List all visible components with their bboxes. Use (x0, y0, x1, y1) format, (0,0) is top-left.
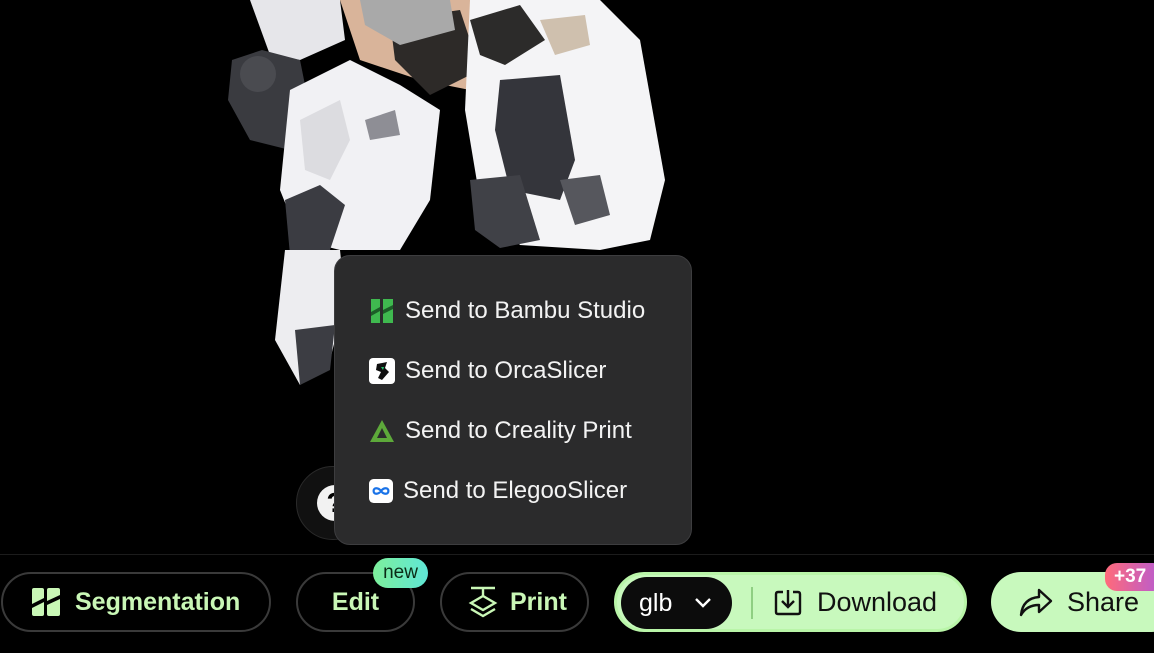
format-select[interactable]: glb (621, 577, 732, 629)
download-group: glb Download (614, 572, 967, 632)
segmentation-label: Segmentation (75, 587, 241, 616)
chevron-down-icon (695, 598, 712, 608)
bambu-studio-icon (371, 299, 393, 323)
download-button[interactable]: Download (773, 575, 937, 629)
orcaslicer-icon (369, 358, 395, 384)
print-icon (468, 586, 498, 618)
share-icon (1019, 588, 1053, 617)
share-label: Share (1067, 586, 1140, 617)
menu-item-label: Send to Creality Print (405, 417, 632, 444)
menu-item-bambu-studio[interactable]: Send to Bambu Studio (369, 293, 645, 329)
elegooslicer-icon (369, 479, 393, 503)
download-icon (774, 590, 802, 616)
print-label: Print (510, 587, 567, 616)
menu-item-creality-print[interactable]: Send to Creality Print (369, 413, 632, 449)
download-label: Download (817, 586, 938, 617)
menu-item-elegooslicer[interactable]: Send to ElegooSlicer (369, 473, 627, 509)
print-button[interactable]: Print (440, 572, 589, 632)
edit-label: Edit (331, 587, 380, 616)
menu-item-label: Send to Bambu Studio (405, 297, 646, 324)
menu-item-label: Send to ElegooSlicer (403, 477, 628, 504)
share-count-badge: +37 (1105, 563, 1154, 591)
divider (751, 587, 753, 619)
new-badge: new (373, 558, 428, 588)
menu-item-orcaslicer[interactable]: Send to OrcaSlicer (369, 353, 606, 389)
segmentation-icon (32, 588, 60, 616)
creality-print-icon (370, 420, 394, 442)
bottom-toolbar: Segmentation Edit Print glb Download Sha… (0, 554, 1154, 653)
menu-item-label: Send to OrcaSlicer (405, 357, 607, 384)
send-to-slicer-menu: Send to Bambu Studio Send to OrcaSlicer … (334, 255, 692, 545)
format-value: glb (639, 588, 673, 617)
segmentation-button[interactable]: Segmentation (1, 572, 271, 632)
